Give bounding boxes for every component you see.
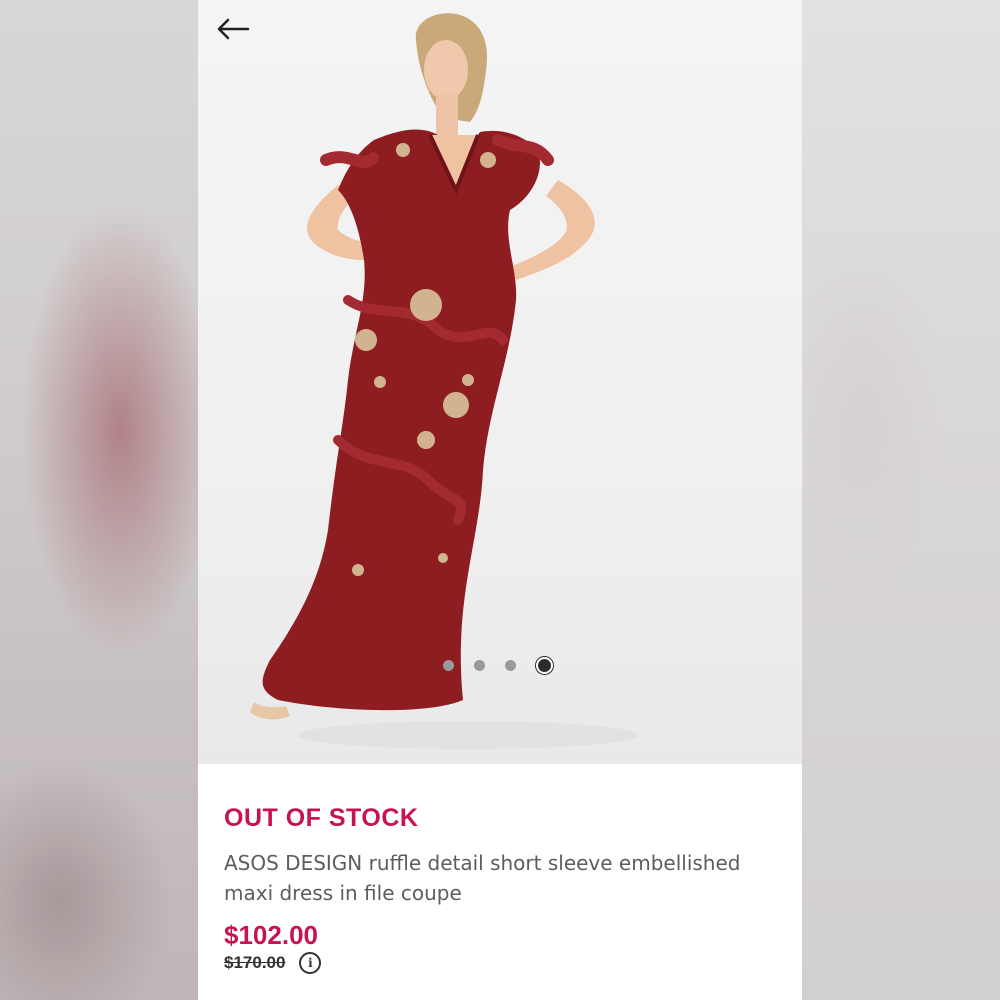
model-photo (250, 13, 638, 749)
gallery-dot-2[interactable] (474, 660, 485, 671)
product-image[interactable] (198, 0, 802, 764)
background-blur-right (802, 0, 1000, 1000)
product-title: ASOS DESIGN ruffle detail short sleeve e… (224, 851, 741, 905)
current-price: $102.00 (224, 920, 318, 950)
gallery-dot-3[interactable] (505, 660, 516, 671)
info-circle-icon[interactable]: i (299, 952, 322, 974)
gallery-dot-4-active[interactable] (536, 657, 553, 674)
arrow-left-icon (217, 18, 250, 40)
background-blur-left (0, 0, 198, 1000)
back-button[interactable] (216, 18, 256, 52)
stock-status: OUT OF STOCK (224, 804, 419, 832)
original-price: $170.00 (224, 953, 286, 972)
product-card: OUT OF STOCK ASOS DESIGN ruffle detail s… (198, 0, 802, 1000)
gallery-dot-1[interactable] (443, 660, 454, 671)
original-price-row: $170.00 i (224, 952, 322, 974)
gallery-pagination (443, 657, 553, 674)
